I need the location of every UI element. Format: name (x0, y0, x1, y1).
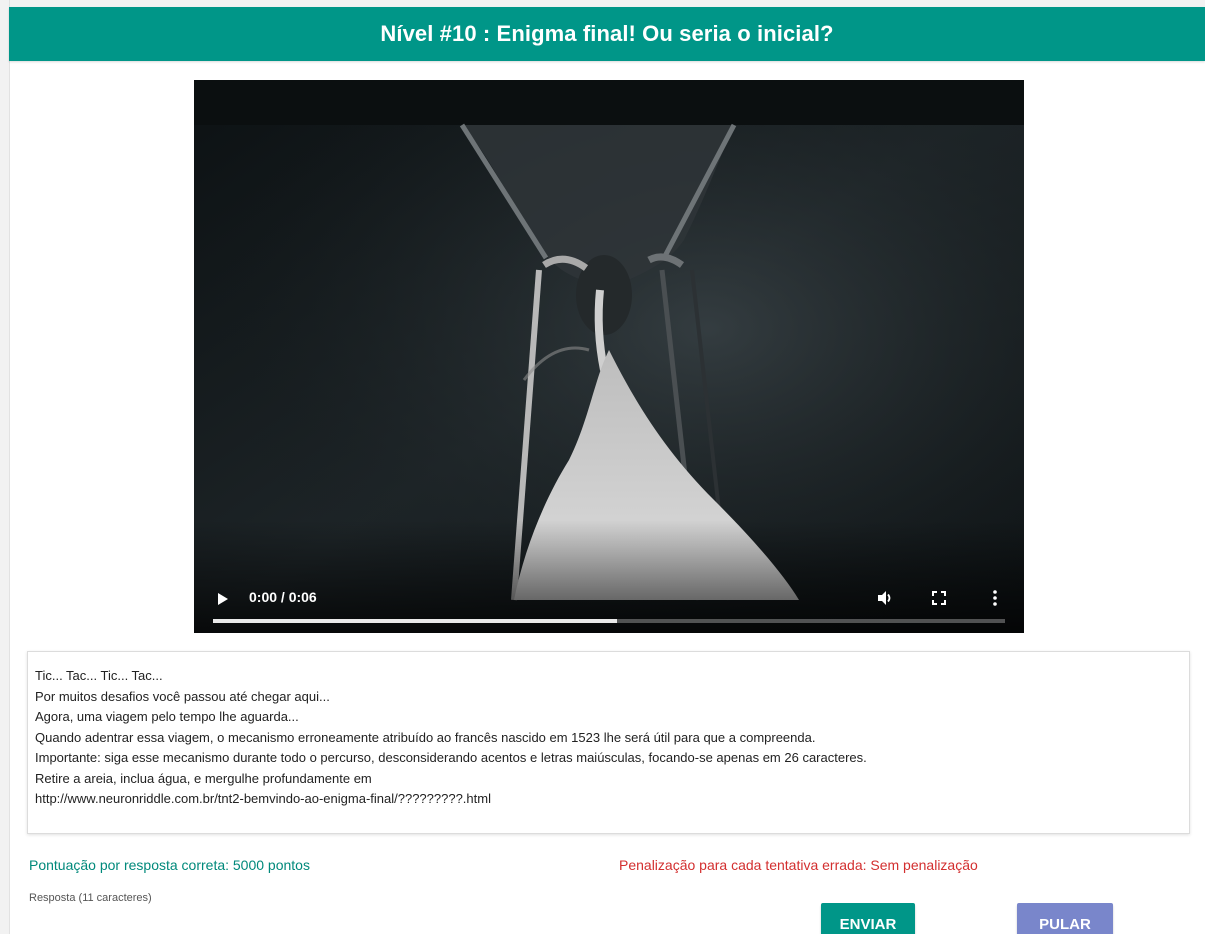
riddle-line: Por muitos desafios você passou até cheg… (35, 688, 330, 704)
play-icon[interactable] (214, 589, 234, 609)
score-label: Pontuação por resposta correta: 5000 pon… (29, 857, 310, 873)
video-progress-bar[interactable] (213, 619, 1005, 623)
riddle-line: Quando adentrar essa viagem, o mecanismo… (35, 729, 816, 745)
riddle-text-box: Tic... Tac... Tic... Tac... Por muitos d… (27, 651, 1190, 834)
video-progress-fill (213, 619, 617, 623)
volume-icon[interactable] (874, 587, 896, 609)
riddle-line: Tic... Tac... Tic... Tac... (35, 668, 163, 683)
video-time: 0:00 / 0:06 (249, 589, 317, 605)
riddle-line: Retire a areia, inclua água, e mergulhe … (35, 770, 372, 786)
page: Nível #10 : Enigma final! Ou seria o ini… (0, 0, 1205, 934)
penalty-label: Penalização para cada tentativa errada: … (619, 857, 978, 873)
window-top-edge (0, 0, 1205, 7)
answer-field-label: Resposta (11 caracteres) (29, 892, 152, 904)
level-title: Nível #10 : Enigma final! Ou seria o ini… (380, 21, 834, 46)
fullscreen-icon[interactable] (928, 587, 950, 609)
riddle-line: Agora, uma viagem pelo tempo lhe aguarda… (35, 709, 299, 724)
level-header: Nível #10 : Enigma final! Ou seria o ini… (9, 7, 1205, 61)
skip-button[interactable]: PULAR (1017, 903, 1113, 934)
riddle-line: Importante: siga esse mecanismo durante … (35, 750, 867, 765)
video-player[interactable]: 0:00 / 0:06 (194, 80, 1024, 633)
window-left-edge (0, 0, 10, 934)
riddle-url-line: http://www.neuronriddle.com.br/tnt2-bemv… (35, 791, 491, 806)
more-vert-icon[interactable] (984, 587, 1006, 609)
video-controls: 0:00 / 0:06 (194, 573, 1024, 633)
video-frame (194, 80, 1024, 633)
send-button[interactable]: ENVIAR (821, 903, 915, 934)
